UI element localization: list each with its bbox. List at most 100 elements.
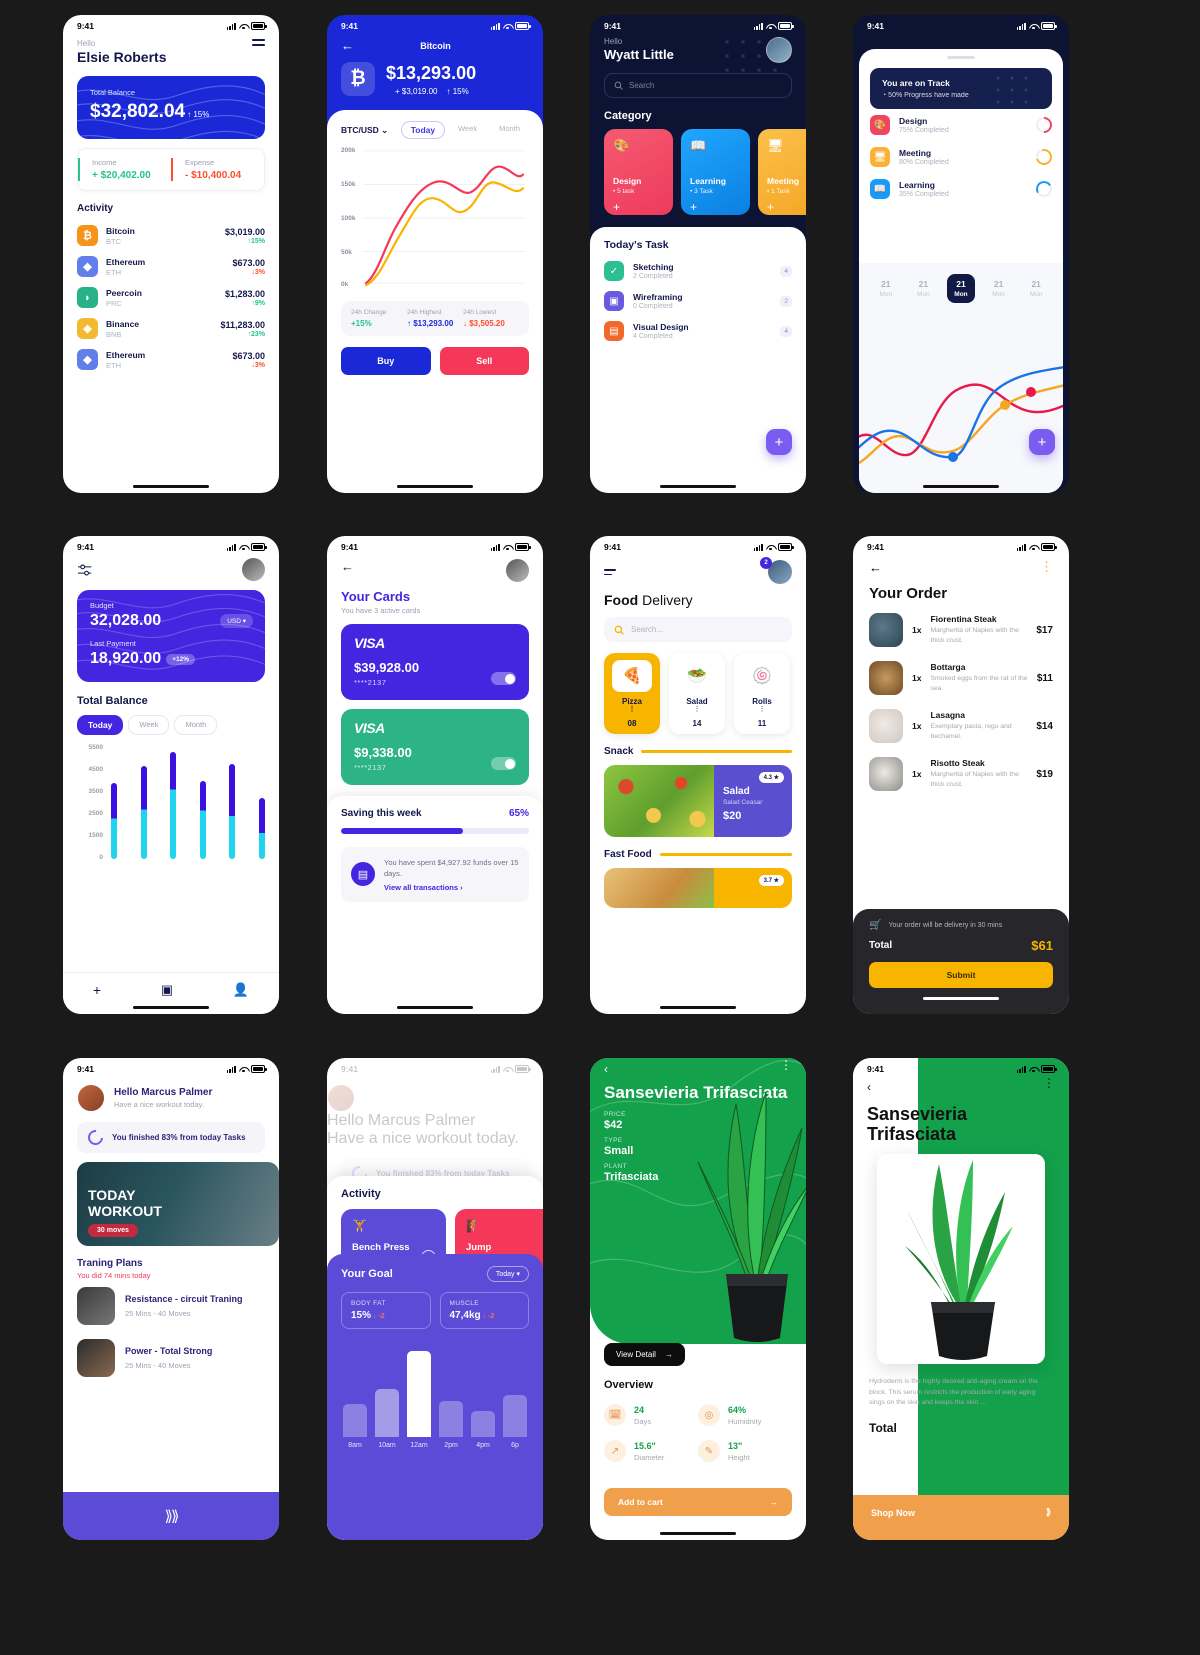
currency-selector[interactable]: USD ▾ xyxy=(220,614,253,628)
xtick: 8am xyxy=(348,1442,362,1449)
transactions-box[interactable]: ▤ You have spent $4,927.92 funds over 15… xyxy=(341,847,529,902)
day-chip[interactable]: 21 Mon xyxy=(1022,274,1050,303)
segment-today[interactable]: Today xyxy=(77,715,124,735)
order-name: Fiorentina Steak xyxy=(930,614,997,625)
day-chip[interactable]: 21 Mon xyxy=(985,274,1013,303)
add-task-fab[interactable]: + xyxy=(766,429,792,455)
wireframing-icon: ▣ xyxy=(604,291,624,311)
plan-row[interactable]: Power - Total Strong 25 Mins - 40 Moves xyxy=(63,1332,279,1384)
card-toggle[interactable] xyxy=(491,757,516,770)
category-card-learning[interactable]: 📖 Learning • 3 Task + xyxy=(681,129,750,215)
dots-icon: ⋮ xyxy=(758,706,766,713)
battery-icon xyxy=(1041,22,1057,30)
phone-activity: 9:41 Hello Marcus Palmer Have a nice wor… xyxy=(327,1058,543,1540)
snack-card[interactable]: 4.3 ★ Salad Salad Ceasar $20 xyxy=(604,765,792,838)
status-time: 9:41 xyxy=(77,21,95,31)
asset-row[interactable]: ◆ Ethereum ETH $673.00 ↓3% xyxy=(63,251,279,282)
asset-row[interactable]: ◈ Binance BNB $11,283.00 ↑23% xyxy=(63,313,279,344)
add-icon[interactable]: + xyxy=(613,200,664,214)
category-card-design[interactable]: 🎨 Design • 5 task + xyxy=(604,129,673,215)
task-row[interactable]: ✓ Sketching 2 Completed 4 xyxy=(604,261,792,281)
add-fab[interactable]: + xyxy=(1029,429,1055,455)
search-input[interactable]: Search... xyxy=(604,617,792,642)
progress-row[interactable]: 📖 Learning 35% Completed xyxy=(859,173,1063,205)
progress-row[interactable]: 🎨 Design 75% Completed xyxy=(859,109,1063,141)
menu-button[interactable] xyxy=(604,568,616,576)
add-icon[interactable]: + xyxy=(690,200,741,214)
more-icon[interactable]: ⋮ xyxy=(1040,561,1053,573)
add-icon[interactable]: + xyxy=(767,200,806,214)
pair-selector[interactable]: BTC/USD ⌄ xyxy=(341,125,388,136)
menu-button[interactable] xyxy=(252,39,265,49)
page-title: Bitcoin xyxy=(420,40,451,51)
plan-thumbnail xyxy=(77,1287,115,1325)
battery-icon xyxy=(1041,543,1057,551)
food-category-rolls[interactable]: 🍥 Rolls ⋮ 11 xyxy=(734,653,790,735)
asset-row[interactable]: ₿ Bitcoin BTC $3,019.00 ↑15% xyxy=(63,220,279,251)
shop-now-button[interactable]: Shop Now ⟫ xyxy=(853,1495,1069,1540)
day-selector: 21 Mon 21 Mon 21 Mon 21 Mon 21 Mon xyxy=(859,263,1063,303)
range-today[interactable]: Today xyxy=(400,121,446,139)
avatar[interactable] xyxy=(506,559,529,582)
task-row[interactable]: ▣ Wireframing 0 Completed 2 xyxy=(604,291,792,311)
segment-month[interactable]: Month xyxy=(174,715,218,735)
status-bar: 9:41 xyxy=(327,1058,543,1076)
food-category-salad[interactable]: 🥗 Salad ⋮ 14 xyxy=(669,653,725,735)
order-item[interactable]: 1x Risotto Steak Margherita of Naples wit… xyxy=(853,750,1069,798)
plant-image-card xyxy=(877,1154,1045,1365)
order-item[interactable]: 1x Bottarga Smoked eggs from the rat of t… xyxy=(853,654,1069,702)
day-chip[interactable]: 21 Mon xyxy=(872,274,900,303)
buy-button[interactable]: Buy xyxy=(341,347,431,375)
plant-title: Sansevieria Trifasciata xyxy=(867,1104,968,1145)
range-month[interactable]: Month xyxy=(490,121,529,139)
order-item[interactable]: 1x Lasagna Exemplary pasta, regu and bech… xyxy=(853,702,1069,750)
back-icon[interactable]: ← xyxy=(341,38,354,53)
avatar[interactable] xyxy=(242,558,265,581)
view-all-transactions-link[interactable]: View all transactions › xyxy=(384,883,519,892)
add-to-cart-button[interactable]: Add to cart → xyxy=(604,1488,792,1516)
order-item[interactable]: 1x Fiorentina Steak Margherita of Naples … xyxy=(853,606,1069,654)
food-category-pizza[interactable]: 🍕 Pizza ⋮ 08 xyxy=(604,653,660,735)
stat-body-fat: BODY FAT 15% ↓ -2 xyxy=(341,1292,431,1329)
card-toggle[interactable] xyxy=(491,672,516,685)
day-chip-active[interactable]: 21 Mon xyxy=(946,274,975,303)
bar xyxy=(258,798,265,859)
view-detail-button[interactable]: View Detail → xyxy=(604,1343,685,1366)
income-expense-card: Income + $20,402.00 Expense - $10,400.04 xyxy=(77,148,265,191)
segment-week[interactable]: Week xyxy=(128,715,170,735)
back-icon[interactable]: ‹ xyxy=(867,1080,871,1094)
phone-wallet: 9:41 Hello Elsie Roberts Total Balance $… xyxy=(63,15,279,493)
food-thumbnail xyxy=(869,613,903,647)
tab-add[interactable]: + xyxy=(93,982,101,998)
range-week[interactable]: Week xyxy=(449,121,486,139)
today-workout-card[interactable]: TODAY WORKOUT 30 moves xyxy=(77,1162,279,1246)
fastfood-card[interactable]: 3.7 ★ xyxy=(604,868,792,909)
wifi-icon xyxy=(1029,23,1038,30)
credit-card[interactable]: VISA $39,928.00 ****2137 xyxy=(341,624,529,700)
avatar[interactable] xyxy=(77,1084,105,1112)
more-icon[interactable]: ⋮ xyxy=(1043,1077,1055,1094)
status-time: 9:41 xyxy=(77,1064,95,1074)
task-row[interactable]: ▤ Visual Design 4 Completed 4 xyxy=(604,321,792,341)
submit-button[interactable]: Submit xyxy=(869,961,1053,988)
tab-profile[interactable]: 👤 xyxy=(233,982,249,998)
next-button[interactable]: ⟫⟫ xyxy=(63,1492,279,1540)
goal-range-selector[interactable]: Today ▾ xyxy=(486,1266,529,1282)
back-icon[interactable]: ← xyxy=(869,560,882,575)
drag-handle[interactable] xyxy=(947,56,975,59)
divider xyxy=(641,750,792,753)
filter-icon[interactable] xyxy=(77,563,93,577)
tab-wallet[interactable]: ▣ xyxy=(161,982,173,998)
coin-icon: ◆ xyxy=(77,349,98,370)
asset-row[interactable]: ◆ Ethereum ETH $673.00 ↓3% xyxy=(63,344,279,375)
category-card-meeting[interactable]: 🖥 Meeting • 1 Task + xyxy=(758,129,806,215)
sell-button[interactable]: Sell xyxy=(439,347,529,375)
expense-block: Expense - $10,400.04 xyxy=(171,158,264,181)
day-chip[interactable]: 21 Mon xyxy=(909,274,937,303)
asset-row[interactable]: ◗ Peercoin PRC $1,283.00 ↑9% xyxy=(63,282,279,313)
progress-row[interactable]: 🖥 Meeting 80% Completed xyxy=(859,141,1063,173)
plan-row[interactable]: Resistance - circuit Traning 25 Mins - 40… xyxy=(63,1280,279,1332)
back-icon[interactable]: ← xyxy=(341,559,354,574)
budget-card: USD ▾ Budget 32,028.00 Last Payment 18,9… xyxy=(77,590,265,682)
credit-card[interactable]: VISA $9,338.00 ****2137 xyxy=(341,709,529,785)
